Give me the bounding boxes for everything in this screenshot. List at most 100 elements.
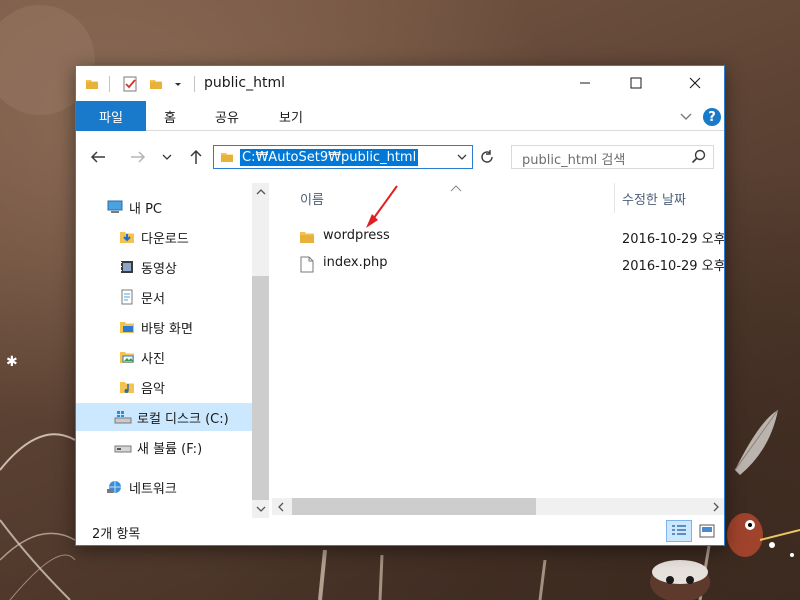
nav-item-label: 음악 xyxy=(141,381,165,397)
scroll-right-button[interactable] xyxy=(707,498,724,515)
status-bar: 2개 항목 xyxy=(76,518,724,545)
file-row-index-php[interactable]: index.php 2016-10-29 오후 xyxy=(272,250,724,277)
nav-item-local-disk-c[interactable]: 로컬 디스크 (C:) xyxy=(76,403,252,431)
nav-item-network[interactable]: 네트워크 xyxy=(76,473,252,501)
music-icon xyxy=(118,378,136,396)
nav-item-music[interactable]: 음악 xyxy=(76,373,252,401)
details-view-icon xyxy=(672,525,686,535)
nav-item-this-pc[interactable]: 내 PC xyxy=(76,193,252,221)
close-icon xyxy=(689,77,701,88)
horizontal-scrollbar-thumb[interactable] xyxy=(292,498,536,515)
column-header-date-modified[interactable]: 수정한 날짜 xyxy=(622,189,686,208)
column-divider[interactable] xyxy=(614,183,615,213)
nav-item-volume-f[interactable]: 새 볼륨 (F:) xyxy=(76,433,252,461)
recent-locations-button[interactable] xyxy=(158,145,176,169)
nav-item-pictures[interactable]: 사진 xyxy=(76,343,252,371)
chevron-down-icon xyxy=(457,154,467,160)
nav-item-label: 네트워크 xyxy=(129,481,177,497)
address-path[interactable]: C:₩AutoSet9₩public_html xyxy=(240,149,419,166)
refresh-icon xyxy=(481,150,493,163)
address-dropdown-button[interactable] xyxy=(454,149,470,165)
nav-item-label: 내 PC xyxy=(129,201,163,217)
file-name: index.php xyxy=(323,255,388,270)
folder-icon xyxy=(220,150,234,168)
file-explorer-window: public_html 파일 홈 공유 보기 ? C:₩AutoSet9₩pub… xyxy=(75,65,725,546)
search-placeholder: public_html 검색 xyxy=(522,153,626,168)
nav-item-label: 새 볼륨 (F:) xyxy=(137,441,203,457)
nav-item-label: 동영상 xyxy=(141,261,177,277)
refresh-button[interactable] xyxy=(476,145,498,169)
large-icons-view-button[interactable] xyxy=(694,520,720,542)
file-date: 2016-10-29 오후 xyxy=(622,259,724,274)
tab-file[interactable]: 파일 xyxy=(76,101,146,131)
navigation-bar: C:₩AutoSet9₩public_html public_html 검색 xyxy=(76,131,724,183)
drive-icon xyxy=(114,438,132,456)
documents-icon xyxy=(118,288,136,306)
large-icons-view-icon xyxy=(699,524,715,538)
tab-home[interactable]: 홈 xyxy=(154,101,186,131)
videos-icon xyxy=(118,258,136,276)
local-disk-icon xyxy=(114,408,132,426)
nav-item-label: 사진 xyxy=(141,351,165,367)
chevron-right-icon xyxy=(713,502,719,511)
ribbon: 파일 홈 공유 보기 ? xyxy=(76,101,724,131)
help-button[interactable]: ? xyxy=(702,107,722,127)
navigation-pane: 내 PC 다운로드 동영상 문서 바탕 화면 사진 음악 로컬 디스크 (C:)… xyxy=(76,183,270,518)
details-view-button[interactable] xyxy=(666,520,692,542)
nav-item-desktop[interactable]: 바탕 화면 xyxy=(76,313,252,341)
maximize-button[interactable] xyxy=(613,66,659,99)
tab-share[interactable]: 공유 xyxy=(204,101,250,131)
arrow-left-icon xyxy=(90,151,105,163)
nav-item-label: 문서 xyxy=(141,291,165,307)
help-icon: ? xyxy=(703,108,721,126)
chevron-left-icon xyxy=(277,502,283,511)
expand-ribbon-button[interactable] xyxy=(676,107,696,127)
item-count: 2개 항목 xyxy=(92,527,141,542)
network-icon xyxy=(106,478,124,496)
column-header-name[interactable]: 이름 xyxy=(300,189,324,208)
search-icon[interactable] xyxy=(691,149,707,169)
nav-pane-scrollbar-thumb[interactable] xyxy=(252,276,269,500)
file-row-wordpress[interactable]: wordpress 2016-10-29 오후 xyxy=(272,223,724,250)
folder-icon xyxy=(298,228,316,246)
close-button[interactable] xyxy=(672,66,718,99)
file-name: wordpress xyxy=(323,228,390,243)
chevron-down-icon xyxy=(162,154,172,160)
search-input[interactable]: public_html 검색 xyxy=(511,145,714,169)
tab-view[interactable]: 보기 xyxy=(268,101,314,131)
minimize-icon xyxy=(580,82,590,83)
chevron-up-icon xyxy=(256,188,265,194)
nav-item-label: 바탕 화면 xyxy=(141,321,193,337)
downloads-icon xyxy=(118,228,136,246)
minimize-button[interactable] xyxy=(562,66,608,99)
file-date: 2016-10-29 오후 xyxy=(622,232,724,247)
maximize-icon xyxy=(630,77,642,88)
nav-item-label: 로컬 디스크 (C:) xyxy=(137,411,229,427)
nav-item-downloads[interactable]: 다운로드 xyxy=(76,223,252,251)
svg-text:✱: ✱ xyxy=(6,354,18,370)
scroll-left-button[interactable] xyxy=(272,498,289,515)
sort-ascending-icon xyxy=(450,183,462,197)
nav-item-videos[interactable]: 동영상 xyxy=(76,253,252,281)
chevron-down-icon xyxy=(680,113,692,120)
up-button[interactable] xyxy=(184,145,208,169)
folder-icon xyxy=(84,75,100,93)
desktop-icon xyxy=(118,318,136,336)
file-list: 이름 수정한 날짜 wordpress 2016-10-29 오후 index.… xyxy=(272,183,724,518)
separator xyxy=(194,76,195,92)
new-folder-icon[interactable] xyxy=(146,75,166,93)
computer-icon xyxy=(106,198,124,216)
nav-item-documents[interactable]: 문서 xyxy=(76,283,252,311)
properties-icon[interactable] xyxy=(120,75,140,93)
scroll-down-button[interactable] xyxy=(252,500,269,517)
chevron-down-icon xyxy=(256,506,265,512)
scroll-up-button[interactable] xyxy=(252,183,269,200)
separator xyxy=(109,76,110,92)
back-button[interactable] xyxy=(86,145,110,169)
address-bar[interactable]: C:₩AutoSet9₩public_html xyxy=(213,145,473,169)
customize-quick-access-icon[interactable] xyxy=(170,75,186,93)
pictures-icon xyxy=(118,348,136,366)
title-bar[interactable]: public_html xyxy=(76,66,724,101)
window-title: public_html xyxy=(204,75,286,91)
forward-button[interactable] xyxy=(126,145,150,169)
